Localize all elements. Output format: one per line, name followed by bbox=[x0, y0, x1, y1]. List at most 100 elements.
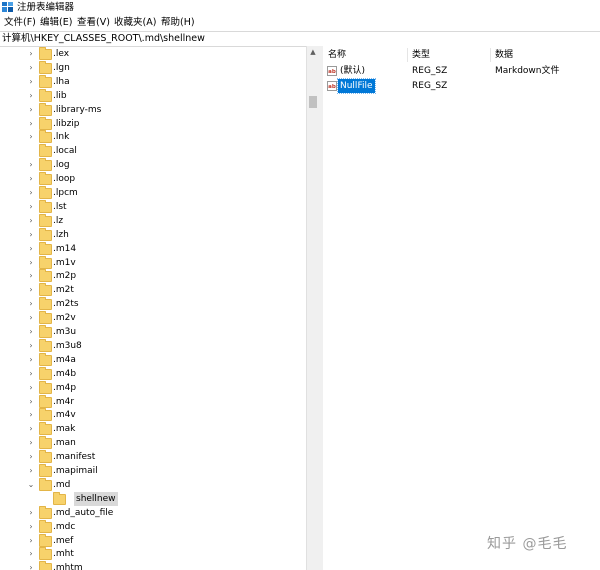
chevron-right-icon[interactable]: › bbox=[27, 450, 35, 464]
chevron-right-icon[interactable]: › bbox=[27, 325, 35, 339]
tree-item[interactable]: › .m14 bbox=[0, 241, 306, 256]
tree-item-label: .m3u bbox=[53, 327, 77, 337]
tree-item[interactable]: › .lib bbox=[0, 88, 306, 103]
chevron-right-icon[interactable]: › bbox=[27, 311, 35, 325]
tree-item[interactable]: › .m2p bbox=[0, 269, 306, 283]
chevron-right-icon[interactable]: › bbox=[27, 89, 35, 103]
menu-favorites[interactable]: 收藏夹(A) bbox=[114, 17, 156, 28]
tree-item[interactable]: › .lgn bbox=[0, 60, 306, 75]
chevron-right-icon[interactable]: › bbox=[27, 130, 35, 144]
tree-item[interactable]: › .lzh bbox=[0, 227, 306, 242]
chevron-right-icon[interactable]: › bbox=[27, 103, 35, 117]
chevron-right-icon[interactable]: › bbox=[27, 269, 35, 283]
column-divider[interactable] bbox=[407, 48, 408, 62]
tree-item[interactable]: › .mdc bbox=[0, 519, 306, 534]
chevron-right-icon[interactable]: › bbox=[27, 561, 35, 570]
tree-item[interactable]: › .mhtm bbox=[0, 561, 306, 570]
value-row[interactable]: ab (默认) REG_SZ Markdown文件 bbox=[323, 64, 600, 78]
chevron-right-icon[interactable]: › bbox=[27, 506, 35, 520]
tree-item[interactable]: › .m4b bbox=[0, 366, 306, 381]
tree-item[interactable]: › .m2t bbox=[0, 283, 306, 297]
column-divider[interactable] bbox=[490, 48, 491, 62]
tree-item[interactable]: › .lpcm bbox=[0, 186, 306, 200]
folder-icon bbox=[39, 60, 52, 74]
tree-item[interactable]: › .m4a bbox=[0, 352, 306, 367]
tree-item[interactable]: › .library-ms bbox=[0, 102, 306, 117]
tree-item[interactable]: › .libzip bbox=[0, 116, 306, 131]
chevron-right-icon[interactable]: › bbox=[27, 61, 35, 75]
tree-item[interactable]: shellnew bbox=[0, 491, 306, 506]
chevron-right-icon[interactable]: › bbox=[27, 283, 35, 297]
menu-file[interactable]: 文件(F) bbox=[4, 17, 36, 28]
tree-item-label: .md bbox=[53, 479, 71, 490]
menu-view[interactable]: 查看(V) bbox=[77, 17, 110, 28]
tree-item[interactable]: › .log bbox=[0, 158, 306, 172]
tree-item-label: .lnk bbox=[53, 132, 70, 143]
chevron-right-icon[interactable]: › bbox=[27, 547, 35, 561]
tree-item[interactable]: › .lnk bbox=[0, 130, 306, 144]
chevron-right-icon[interactable]: › bbox=[27, 367, 35, 381]
tree-item[interactable]: .local bbox=[0, 144, 306, 158]
tree-item[interactable]: › .lst bbox=[0, 199, 306, 214]
tree-item[interactable]: › .m1v bbox=[0, 255, 306, 270]
chevron-right-icon[interactable]: › bbox=[27, 214, 35, 228]
tree-item[interactable]: › .mak bbox=[0, 422, 306, 436]
tree-item[interactable]: › .mapimail bbox=[0, 464, 306, 478]
folder-icon bbox=[39, 88, 52, 102]
chevron-right-icon[interactable]: › bbox=[27, 47, 35, 61]
chevron-right-icon[interactable]: › bbox=[27, 117, 35, 131]
column-header-name[interactable]: 名称 bbox=[328, 49, 346, 61]
chevron-right-icon[interactable]: › bbox=[27, 339, 35, 353]
tree-item[interactable]: › .m3u8 bbox=[0, 338, 306, 353]
chevron-right-icon[interactable]: › bbox=[27, 422, 35, 436]
tree-scrollbar[interactable]: ▲ bbox=[306, 46, 319, 570]
menu-help[interactable]: 帮助(H) bbox=[161, 17, 195, 28]
column-header-data[interactable]: 数据 bbox=[495, 49, 513, 61]
chevron-right-icon[interactable]: › bbox=[27, 395, 35, 409]
tree-item[interactable]: › .m2v bbox=[0, 311, 306, 325]
chevron-down-icon[interactable]: ⌄ bbox=[27, 478, 35, 492]
tree-item[interactable]: › .lha bbox=[0, 74, 306, 89]
address-bar[interactable]: 计算机\HKEY_CLASSES_ROOT\.md\shellnew bbox=[0, 31, 600, 47]
tree-item-label: .m14 bbox=[53, 243, 77, 254]
scroll-thumb[interactable] bbox=[309, 96, 317, 108]
folder-icon bbox=[39, 436, 52, 450]
tree-item[interactable]: › .lz bbox=[0, 213, 306, 228]
tree-item-label: .local bbox=[53, 146, 77, 157]
chevron-right-icon[interactable]: › bbox=[27, 256, 35, 270]
tree-item[interactable]: › .man bbox=[0, 436, 306, 450]
tree-item[interactable]: › .mef bbox=[0, 533, 306, 548]
folder-icon bbox=[39, 158, 52, 172]
chevron-right-icon[interactable]: › bbox=[27, 200, 35, 214]
tree-item[interactable]: › .md_auto_file bbox=[0, 505, 306, 520]
tree-item[interactable]: ⌄ .md bbox=[0, 477, 306, 492]
tree-item[interactable]: › .m4r bbox=[0, 394, 306, 409]
chevron-right-icon[interactable]: › bbox=[27, 297, 35, 311]
scroll-up-arrow-icon[interactable]: ▲ bbox=[307, 46, 319, 58]
tree-item[interactable]: › .manifest bbox=[0, 450, 306, 464]
chevron-right-icon[interactable]: › bbox=[27, 242, 35, 256]
chevron-right-icon[interactable]: › bbox=[27, 520, 35, 534]
chevron-right-icon[interactable]: › bbox=[27, 408, 35, 422]
chevron-right-icon[interactable]: › bbox=[27, 534, 35, 548]
chevron-right-icon[interactable]: › bbox=[27, 172, 35, 186]
chevron-right-icon[interactable]: › bbox=[27, 186, 35, 200]
address-path[interactable]: 计算机\HKEY_CLASSES_ROOT\.md\shellnew bbox=[2, 33, 205, 45]
chevron-right-icon[interactable]: › bbox=[27, 158, 35, 172]
chevron-right-icon[interactable]: › bbox=[27, 353, 35, 367]
tree-item[interactable]: › .mht bbox=[0, 547, 306, 561]
menu-edit[interactable]: 编辑(E) bbox=[40, 17, 72, 28]
tree-item[interactable]: › .loop bbox=[0, 172, 306, 186]
value-row[interactable]: ab NullFile REG_SZ bbox=[323, 78, 600, 94]
chevron-right-icon[interactable]: › bbox=[27, 464, 35, 478]
tree-item[interactable]: › .m3u bbox=[0, 325, 306, 339]
chevron-right-icon[interactable]: › bbox=[27, 436, 35, 450]
tree-item[interactable]: › .m4p bbox=[0, 380, 306, 395]
chevron-right-icon[interactable]: › bbox=[27, 381, 35, 395]
tree-item[interactable]: › .m2ts bbox=[0, 297, 306, 311]
column-header-type[interactable]: 类型 bbox=[412, 49, 430, 61]
tree-item[interactable]: › .lex bbox=[0, 47, 306, 61]
chevron-right-icon[interactable]: › bbox=[27, 75, 35, 89]
tree-item[interactable]: › .m4v bbox=[0, 408, 306, 422]
chevron-right-icon[interactable]: › bbox=[27, 228, 35, 242]
